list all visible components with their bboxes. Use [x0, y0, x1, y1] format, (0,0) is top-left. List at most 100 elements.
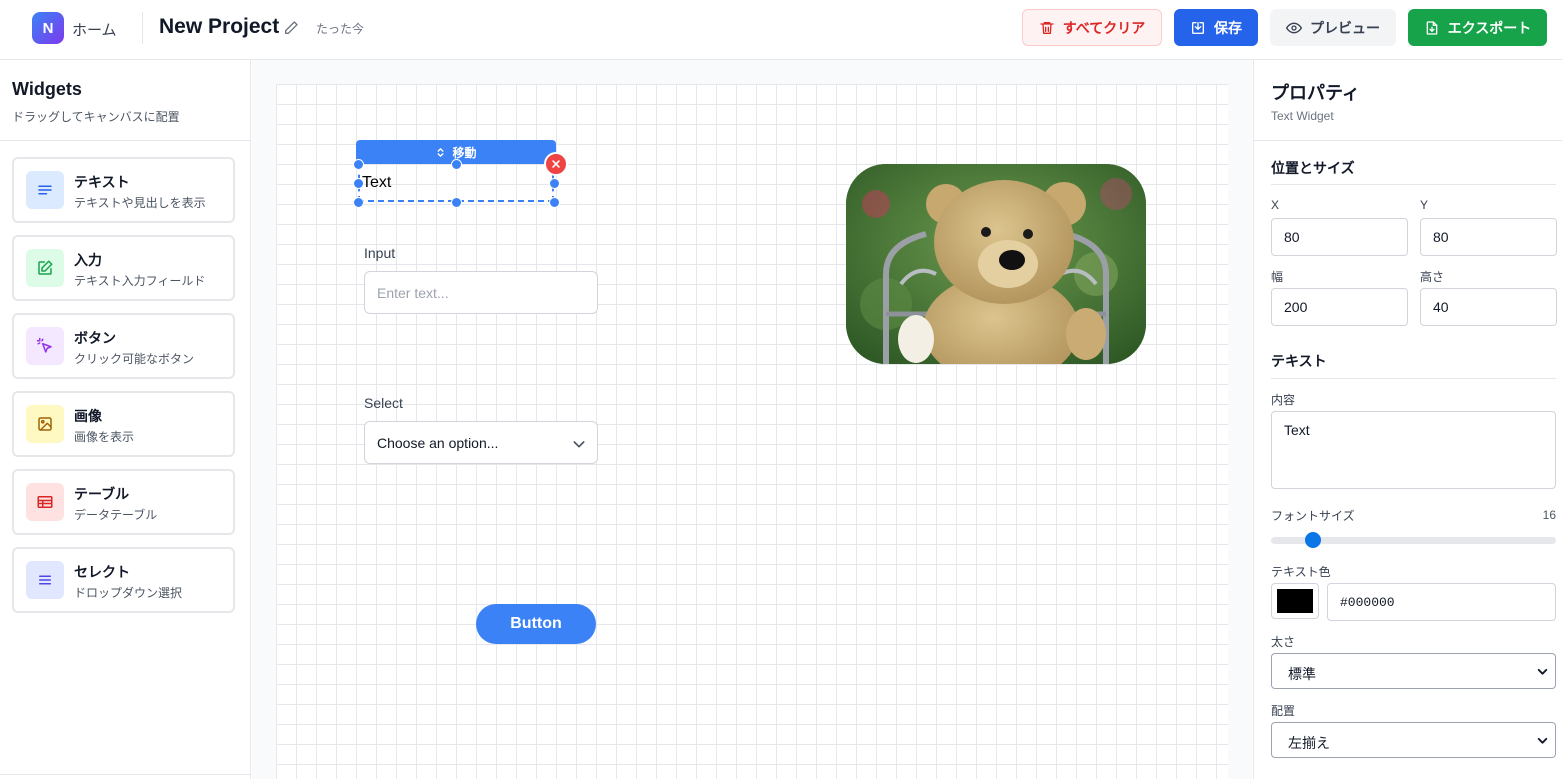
- font-weight-value: 標準: [1288, 666, 1316, 682]
- export-label: エクスポート: [1447, 19, 1532, 36]
- sidebar-bottom-divider: [0, 774, 251, 775]
- content-textarea[interactable]: Text: [1271, 411, 1556, 489]
- height-label: 高さ: [1420, 270, 1445, 284]
- width-input[interactable]: [1271, 288, 1408, 326]
- properties-divider: [1254, 140, 1562, 141]
- app-logo[interactable]: N: [32, 12, 64, 44]
- sidebar-subtitle: ドラッグしてキャンバスに配置: [12, 110, 180, 124]
- widget-name: テキスト: [74, 174, 130, 190]
- x-input[interactable]: [1271, 218, 1408, 256]
- position-size-section-title: 位置とサイズ: [1271, 160, 1355, 176]
- top-toolbar: N ホーム New Project たった今 すべてクリア 保存 プレビュー エ…: [0, 0, 1562, 60]
- widget-item-table[interactable]: テーブル データテーブル: [12, 469, 235, 535]
- select-widget-dropdown[interactable]: Choose an option...: [364, 421, 598, 464]
- save-button[interactable]: 保存: [1174, 9, 1258, 46]
- export-button[interactable]: エクスポート: [1408, 9, 1547, 46]
- button-widget[interactable]: Button: [476, 604, 596, 644]
- widget-icon-box: [26, 405, 64, 443]
- resize-handle-bottom-left[interactable]: [353, 197, 364, 208]
- move-label: 移動: [452, 145, 477, 160]
- weight-label: 太さ: [1271, 635, 1296, 649]
- resize-handle-top[interactable]: [451, 159, 462, 170]
- content-label: 内容: [1271, 393, 1296, 407]
- x-label: X: [1271, 198, 1280, 212]
- close-icon: [552, 160, 560, 168]
- widget-desc: 画像を表示: [74, 430, 135, 444]
- text-section-title: テキスト: [1271, 353, 1327, 369]
- table-icon: [37, 496, 53, 508]
- widget-icon-box: [26, 561, 64, 599]
- text-color-swatch[interactable]: [1271, 583, 1319, 619]
- color-swatch-fill: [1277, 589, 1313, 613]
- section-divider: [1271, 184, 1556, 185]
- widgets-sidebar: Widgets ドラッグしてキャンバスに配置 テキスト テキストや見出しを表示 …: [0, 60, 251, 779]
- input-widget-label: Input: [364, 245, 396, 261]
- widget-item-button[interactable]: ボタン クリック可能なボタン: [12, 313, 235, 379]
- widget-icon-box: [26, 327, 64, 365]
- section-divider: [1271, 378, 1556, 379]
- widget-name: 画像: [74, 408, 102, 424]
- file-export-icon: [1426, 20, 1438, 35]
- preview-button[interactable]: プレビュー: [1270, 9, 1396, 46]
- height-input[interactable]: [1420, 288, 1557, 326]
- header-divider: [142, 12, 143, 44]
- sidebar-divider: [0, 140, 251, 141]
- design-canvas[interactable]: 移動 Text Input Select Choose an option...…: [276, 84, 1228, 779]
- properties-title: プロパティ: [1271, 83, 1360, 103]
- chevron-down-icon: [1537, 668, 1548, 675]
- font-size-slider-thumb[interactable]: [1304, 532, 1321, 548]
- widget-desc: ドロップダウン選択: [74, 586, 183, 600]
- save-icon: [1192, 21, 1204, 34]
- resize-handle-bottom-right[interactable]: [549, 197, 560, 208]
- chevron-down-icon: [1537, 737, 1548, 744]
- select-widget-value: Choose an option...: [377, 435, 499, 451]
- clear-all-label: すべてクリア: [1062, 19, 1146, 36]
- y-input[interactable]: [1420, 218, 1557, 256]
- properties-subtitle: Text Widget: [1271, 109, 1334, 123]
- text-align-select[interactable]: 左揃え: [1271, 722, 1556, 758]
- delete-widget-button[interactable]: [544, 152, 568, 176]
- properties-panel: プロパティ Text Widget 位置とサイズ X Y 幅 高さ テキスト 内…: [1253, 60, 1562, 779]
- font-size-value: 16: [1542, 508, 1556, 522]
- resize-handle-right[interactable]: [549, 178, 560, 189]
- eye-icon: [1286, 22, 1302, 33]
- preview-label: プレビュー: [1310, 19, 1380, 36]
- resize-handle-bottom[interactable]: [451, 197, 462, 208]
- saved-status: たった今: [316, 22, 365, 36]
- input-widget-field[interactable]: [364, 271, 598, 314]
- teddy-bear-photo: [846, 164, 1146, 364]
- widget-desc: データテーブル: [74, 508, 158, 522]
- widget-name: テーブル: [74, 486, 130, 502]
- image-icon: [38, 417, 52, 431]
- pencil-icon[interactable]: [283, 20, 299, 36]
- text-color-label: テキスト色: [1271, 565, 1331, 579]
- widget-item-text[interactable]: テキスト テキストや見出しを表示: [12, 157, 235, 223]
- y-label: Y: [1420, 198, 1429, 212]
- clear-all-button[interactable]: すべてクリア: [1022, 9, 1162, 46]
- save-label: 保存: [1214, 19, 1242, 36]
- text-color-input[interactable]: [1327, 583, 1556, 621]
- widget-name: ボタン: [74, 330, 116, 346]
- widget-item-input[interactable]: 入力 テキスト入力フィールド: [12, 235, 235, 301]
- font-weight-select[interactable]: 標準: [1271, 653, 1556, 689]
- resize-handle-top-left[interactable]: [353, 159, 364, 170]
- width-label: 幅: [1271, 270, 1284, 284]
- select-widget-label: Select: [364, 395, 403, 411]
- resize-handle-left[interactable]: [353, 178, 364, 189]
- widget-name: 入力: [74, 252, 102, 268]
- text-align-value: 左揃え: [1288, 735, 1330, 751]
- widget-desc: テキストや見出しを表示: [74, 196, 206, 210]
- text-widget-content: Text: [362, 174, 392, 191]
- widget-name: セレクト: [74, 564, 130, 580]
- cursor-click-icon: [36, 337, 52, 353]
- widget-item-select[interactable]: セレクト ドロップダウン選択: [12, 547, 235, 613]
- widget-icon-box: [26, 171, 64, 209]
- image-widget[interactable]: [846, 164, 1146, 364]
- trash-icon: [1040, 21, 1054, 34]
- align-label: 配置: [1271, 704, 1296, 718]
- home-link[interactable]: ホーム: [72, 19, 117, 40]
- widget-item-image[interactable]: 画像 画像を表示: [12, 391, 235, 457]
- project-title[interactable]: New Project: [159, 15, 279, 39]
- widget-list: テキスト テキストや見出しを表示 入力 テキスト入力フィールド ボタン クリック…: [12, 157, 235, 625]
- list-icon: [39, 575, 51, 585]
